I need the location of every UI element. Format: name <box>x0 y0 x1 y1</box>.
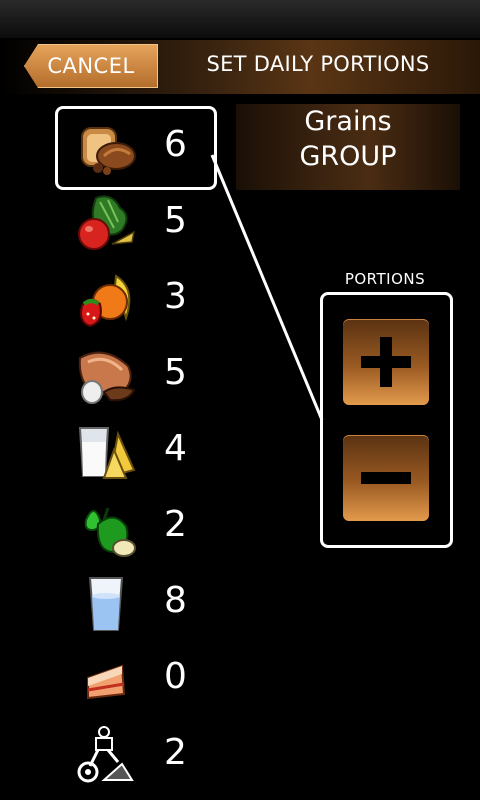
portion-count: 2 <box>164 504 187 545</box>
exercise-icon <box>77 726 134 783</box>
food-row-dairy[interactable]: 4 <box>60 414 210 490</box>
portions-stepper <box>320 292 453 548</box>
increase-portion-button[interactable] <box>343 319 429 405</box>
portion-count: 5 <box>164 200 187 241</box>
fruits-icon <box>80 274 131 328</box>
group-name: Grains <box>304 106 392 137</box>
dairy-icon <box>78 427 136 479</box>
selected-group-panel: Grains GROUP <box>236 104 460 190</box>
portion-count: 3 <box>164 276 187 317</box>
group-subtitle: GROUP <box>299 141 397 172</box>
food-row-meat[interactable]: 5 <box>60 338 210 414</box>
page-title: SET DAILY PORTIONS <box>206 52 430 76</box>
portion-count: 5 <box>164 352 187 393</box>
food-row-oils[interactable]: 2 <box>60 490 210 566</box>
vegetables-icon <box>78 195 136 250</box>
oils-icon <box>84 507 136 557</box>
portion-count: 2 <box>164 732 187 773</box>
food-row-fruits[interactable]: 3 <box>60 262 210 338</box>
food-row-vegetables[interactable]: 5 <box>60 186 210 262</box>
portions-label: PORTIONS <box>344 270 426 288</box>
decrease-portion-button[interactable] <box>343 435 429 521</box>
portion-count: 8 <box>164 580 187 621</box>
meat-icon <box>78 351 136 404</box>
portion-count: 4 <box>164 428 187 469</box>
selection-highlight <box>55 106 217 190</box>
water-icon <box>88 577 124 631</box>
food-row-water[interactable]: 8 <box>60 566 210 642</box>
food-row-exercise[interactable]: 2 <box>60 718 210 794</box>
sweets-icon <box>87 664 126 700</box>
status-bar <box>0 0 480 38</box>
food-row-sweets[interactable]: 0 <box>60 642 210 718</box>
portion-count: 0 <box>164 656 187 697</box>
cancel-button[interactable]: CANCEL <box>24 44 158 88</box>
